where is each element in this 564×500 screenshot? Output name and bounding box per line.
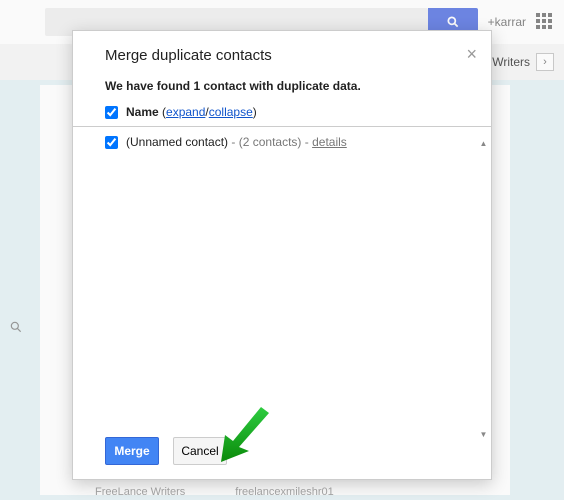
close-icon[interactable]: ×	[466, 45, 477, 63]
cancel-button[interactable]: Cancel	[173, 437, 227, 465]
contact-checkbox[interactable]	[105, 136, 118, 149]
details-link[interactable]: details	[312, 135, 347, 149]
scroll-up-icon[interactable]: ▲	[480, 139, 488, 148]
close-paren: )	[253, 105, 257, 119]
name-label: Name	[126, 105, 159, 119]
contact-row: (Unnamed contact) - (2 contacts) - detai…	[73, 129, 491, 153]
dialog-title: Merge duplicate contacts	[105, 47, 272, 64]
contact-name: (Unnamed contact)	[126, 135, 228, 149]
dialog-header: Merge duplicate contacts ×	[73, 31, 491, 75]
expand-link[interactable]: expand	[166, 105, 205, 119]
scrollbar[interactable]: ▲ ▼	[480, 139, 487, 439]
annotation-arrow-icon	[221, 407, 271, 462]
contact-count: - (2 contacts) -	[231, 135, 308, 149]
collapse-link[interactable]: collapse	[209, 105, 253, 119]
name-header-row: Name (expand/collapse)	[73, 99, 491, 127]
dialog-footer: Merge Cancel	[73, 427, 491, 479]
select-all-checkbox[interactable]	[105, 106, 118, 119]
merge-button[interactable]: Merge	[105, 437, 159, 465]
merge-dialog: Merge duplicate contacts × We have found…	[72, 30, 492, 480]
dialog-subtitle: We have found 1 contact with duplicate d…	[73, 75, 491, 99]
